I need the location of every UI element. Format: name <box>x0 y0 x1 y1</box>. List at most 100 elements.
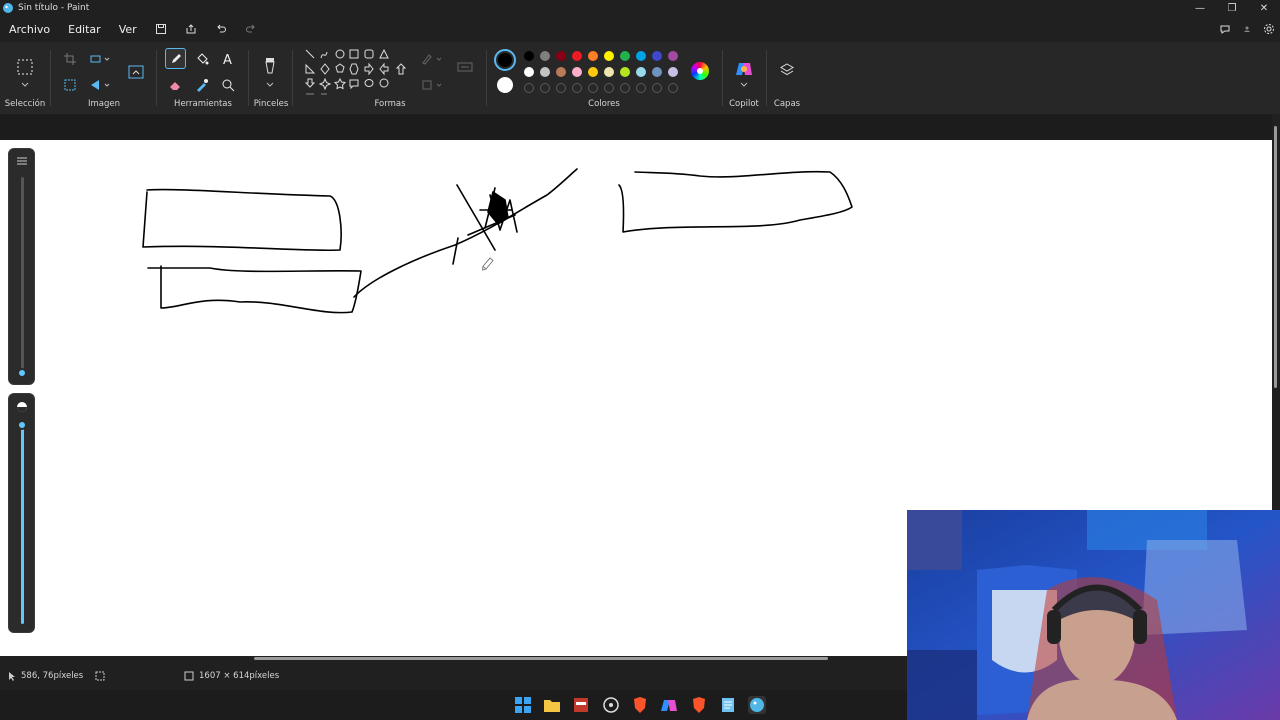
obs-icon[interactable] <box>602 696 620 714</box>
save-icon[interactable] <box>146 23 176 35</box>
vertical-scroll-thumb[interactable] <box>1274 126 1277 388</box>
menu-ver[interactable]: Ver <box>110 23 146 36</box>
color-picker-icon[interactable] <box>193 76 211 94</box>
palette-color-swatch[interactable] <box>620 51 630 61</box>
paint-taskbar-icon[interactable] <box>748 696 766 714</box>
brave-browser-icon[interactable] <box>631 696 649 714</box>
palette-color-swatch[interactable] <box>604 51 614 61</box>
chevron-down-icon[interactable] <box>265 80 275 88</box>
brave-browser-icon[interactable] <box>690 696 708 714</box>
colors-label: Colores <box>588 99 620 109</box>
horizontal-scroll-thumb[interactable] <box>254 657 828 660</box>
secondary-color-swatch[interactable] <box>496 76 514 94</box>
restore-icon[interactable]: ❐ <box>1216 0 1248 16</box>
chevron-down-icon[interactable] <box>739 80 749 88</box>
start-icon[interactable] <box>514 696 532 714</box>
palette-color-swatch[interactable] <box>668 67 678 77</box>
feedback-icon[interactable] <box>1214 23 1236 35</box>
magnifier-icon[interactable] <box>219 76 237 94</box>
palette-color-swatch[interactable] <box>668 51 678 61</box>
text-icon[interactable]: A <box>219 50 237 68</box>
image-resize-icon[interactable] <box>126 61 148 83</box>
color-wheel-icon[interactable] <box>691 62 709 80</box>
shapes-label: Formas <box>374 99 406 109</box>
custom-color-slot[interactable] <box>572 83 582 93</box>
palette-color-swatch[interactable] <box>572 51 582 61</box>
notepad-icon[interactable] <box>719 696 737 714</box>
chevron-down-icon[interactable] <box>20 80 30 88</box>
layers-label: Capas <box>773 99 801 109</box>
drawn-rectangle-3 <box>618 170 853 233</box>
canvas-size: 1607 × 614píxeles <box>184 671 279 681</box>
close-icon[interactable]: ✕ <box>1248 0 1280 16</box>
palette-color-swatch[interactable] <box>652 67 662 77</box>
rect-select-icon[interactable] <box>14 56 36 78</box>
app-icon[interactable] <box>572 696 590 714</box>
palette-color-swatch[interactable] <box>604 67 614 77</box>
copilot-taskbar-icon[interactable] <box>660 696 678 714</box>
selection-label: Selección <box>4 99 46 109</box>
palette-color-swatch[interactable] <box>588 67 598 77</box>
undo-icon[interactable] <box>206 23 236 35</box>
custom-color-slot[interactable] <box>604 83 614 93</box>
palette-color-swatch[interactable] <box>572 67 582 77</box>
minimize-icon[interactable]: — <box>1184 0 1216 16</box>
custom-color-slot[interactable] <box>668 83 678 93</box>
brush-size-slider[interactable] <box>8 148 35 385</box>
shape-style-icon[interactable] <box>456 60 474 74</box>
palette-color-swatch[interactable] <box>524 67 534 77</box>
drawn-rectangle-2 <box>147 265 362 314</box>
menu-archivo[interactable]: Archivo <box>0 23 59 36</box>
palette-color-swatch[interactable] <box>540 67 550 77</box>
file-explorer-icon[interactable] <box>543 696 561 714</box>
opacity-drop-icon <box>17 402 27 412</box>
settings-gear-icon[interactable] <box>1258 23 1280 35</box>
primary-color-swatch[interactable] <box>494 49 516 71</box>
palette-color-swatch[interactable] <box>588 51 598 61</box>
pencil-icon[interactable] <box>165 48 186 69</box>
opacity-slider-thumb[interactable] <box>17 420 27 430</box>
palette-color-swatch[interactable] <box>540 51 550 61</box>
shapes-gallery-icon[interactable] <box>304 48 412 100</box>
selection-size-icon <box>95 671 105 681</box>
custom-color-slot[interactable] <box>636 83 646 93</box>
drawn-scribble-fill <box>487 191 509 225</box>
menu-editar[interactable]: Editar <box>59 23 110 36</box>
copilot-icon[interactable] <box>733 58 755 80</box>
cursor-position: 586, 76píxeles <box>8 671 83 681</box>
outline-icon[interactable] <box>420 52 446 66</box>
custom-color-slot[interactable] <box>556 83 566 93</box>
crop-icon[interactable] <box>62 51 78 67</box>
layers-icon[interactable] <box>777 60 797 80</box>
opacity-slider[interactable] <box>8 393 35 633</box>
drawn-rectangle-1 <box>142 188 342 252</box>
redo-icon[interactable] <box>236 23 266 35</box>
palette-color-swatch[interactable] <box>652 51 662 61</box>
flip-icon[interactable] <box>88 77 112 93</box>
palette-color-swatch[interactable] <box>620 67 630 77</box>
eraser-icon[interactable] <box>166 76 184 94</box>
brush-icon[interactable] <box>260 56 280 76</box>
palette-color-swatch[interactable] <box>524 51 534 61</box>
palette-color-swatch[interactable] <box>636 67 646 77</box>
size-slider-thumb[interactable] <box>17 368 27 378</box>
fill-icon[interactable] <box>420 78 446 92</box>
palette-color-swatch[interactable] <box>556 51 566 61</box>
webcam-feed-image <box>907 510 1280 720</box>
custom-color-slot[interactable] <box>524 83 534 93</box>
divider <box>50 50 51 106</box>
account-icon[interactable] <box>1236 25 1258 33</box>
ribbon: Selección Imagen A Herramientas Pinceles <box>0 42 1280 114</box>
palette-color-swatch[interactable] <box>556 67 566 77</box>
webcam-overlay <box>907 510 1280 720</box>
custom-color-slot[interactable] <box>652 83 662 93</box>
custom-color-slot[interactable] <box>620 83 630 93</box>
rotate-icon[interactable] <box>88 51 112 67</box>
share-icon[interactable] <box>176 23 206 35</box>
fill-bucket-icon[interactable] <box>193 50 211 68</box>
palette-color-swatch[interactable] <box>636 51 646 61</box>
resize-icon[interactable] <box>62 77 78 93</box>
custom-color-slot[interactable] <box>588 83 598 93</box>
image-group: Imagen <box>52 42 156 114</box>
custom-color-slot[interactable] <box>540 83 550 93</box>
